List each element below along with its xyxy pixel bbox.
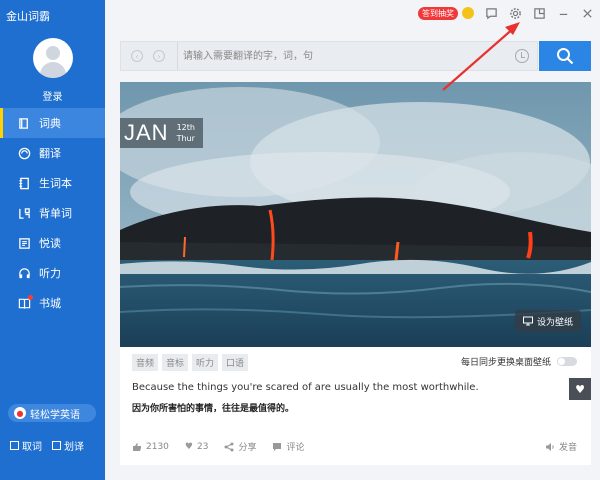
sidebar-item-dictionary[interactable]: 词典 xyxy=(0,108,105,138)
checkbox[interactable] xyxy=(52,441,61,450)
card-footer: 2130 ♥ 23 分享 评论 xyxy=(132,440,304,453)
notebook-icon xyxy=(17,176,31,190)
minimize-icon[interactable] xyxy=(556,6,570,20)
headphones-icon xyxy=(17,266,31,280)
thumb-icon xyxy=(133,442,141,451)
coin-icon[interactable] xyxy=(462,7,474,19)
sidebar-item-label: 生词本 xyxy=(39,177,72,190)
search-button[interactable] xyxy=(539,41,591,71)
forward-arrow-icon[interactable]: › xyxy=(153,50,165,62)
check-word-label: 取词 xyxy=(22,442,42,453)
share-button[interactable]: 分享 xyxy=(224,440,256,453)
sidebar-item-label: 听力 xyxy=(39,267,61,280)
set-wallpaper-label: 设为壁纸 xyxy=(536,317,573,328)
login-link[interactable]: 登录 xyxy=(0,88,105,103)
date-label: JAN 12th Thur xyxy=(120,118,203,148)
favorite-heart-button[interactable]: ♥ xyxy=(569,378,591,400)
comment-label: 评论 xyxy=(286,443,305,453)
fire-icon: ● xyxy=(14,407,26,419)
tag-phonetic[interactable]: 音标 xyxy=(162,354,189,371)
reading-icon xyxy=(17,236,31,250)
app-title: 金山词霸 xyxy=(6,10,50,23)
set-wallpaper-button[interactable]: 设为壁纸 xyxy=(514,310,581,332)
sidebar-item-label: 背单词 xyxy=(39,207,72,220)
wallpaper-sync: 每日同步更换桌面壁纸 xyxy=(461,355,577,368)
sidebar-item-bookstore[interactable]: 书城 xyxy=(0,288,105,318)
history-clock-icon[interactable] xyxy=(515,49,529,63)
search-input[interactable] xyxy=(183,47,503,65)
sync-toggle[interactable] xyxy=(557,357,577,366)
capture-options: 取词 划译 xyxy=(10,438,84,453)
share-label: 分享 xyxy=(238,443,257,453)
like-button[interactable]: ♥ 23 xyxy=(185,442,209,452)
sidebar-item-label: 词典 xyxy=(39,117,61,130)
feedback-icon[interactable] xyxy=(484,6,498,20)
heart-icon: ♥ xyxy=(184,441,193,452)
promo-button[interactable]: ● 轻松学英语 xyxy=(8,404,96,422)
memorize-icon xyxy=(17,206,31,220)
comment-icon xyxy=(273,442,282,451)
sync-label: 每日同步更换桌面壁纸 xyxy=(460,358,551,368)
likes-count: 23 xyxy=(196,441,209,452)
sidebar-item-label: 悦读 xyxy=(39,237,61,250)
sentence-english: Because the things you're scared of are … xyxy=(132,382,479,393)
daily-sentence-card: JAN 12th Thur 设为壁纸 音频 音标 听力 口语 每日同步更换桌面壁… xyxy=(120,82,591,465)
voice-label: 发音 xyxy=(558,443,577,453)
sentence-tags: 音频 音标 听力 口语 xyxy=(132,354,249,371)
search-bar: ‹ › xyxy=(120,41,538,71)
date-month: JAN xyxy=(124,120,169,145)
sentence-chinese: 因为你所害怕的事情，往往是最值得的。 xyxy=(132,404,295,414)
share-icon xyxy=(224,442,234,451)
sidebar-item-reading[interactable]: 悦读 xyxy=(0,228,105,258)
sidebar-item-translate[interactable]: 翻译 xyxy=(0,138,105,168)
promo-label: 轻松学英语 xyxy=(30,409,80,421)
date-weekday: Thur xyxy=(176,134,195,143)
pronounce-button[interactable]: 发音 xyxy=(545,440,577,453)
window-controls: 答到抽奖 xyxy=(418,6,594,20)
tag-listening[interactable]: 听力 xyxy=(192,354,219,371)
check-select-toggle[interactable]: 划译 xyxy=(52,438,84,453)
sidebar-item-label: 翻译 xyxy=(39,147,61,160)
tag-audio[interactable]: 音频 xyxy=(132,354,159,371)
daily-photo: JAN 12th Thur 设为壁纸 xyxy=(120,82,591,347)
date-day: 12th xyxy=(176,123,195,132)
tag-speaking[interactable]: 口语 xyxy=(222,354,249,371)
sidebar-item-memorize[interactable]: 背单词 xyxy=(0,198,105,228)
back-arrow-icon[interactable]: ‹ xyxy=(131,50,143,62)
search-icon xyxy=(557,48,574,65)
views-counter: 2130 xyxy=(132,442,169,452)
sidebar-nav: 词典 翻译 生词本 背单词 悦读 听力 书城 xyxy=(0,108,105,318)
speaker-icon xyxy=(545,442,554,451)
book-icon xyxy=(17,116,31,130)
checkin-badge[interactable]: 答到抽奖 xyxy=(418,6,458,20)
sidebar-item-listening[interactable]: 听力 xyxy=(0,258,105,288)
gear-icon[interactable] xyxy=(508,6,522,20)
monitor-icon xyxy=(522,316,533,326)
translate-icon xyxy=(17,146,31,160)
check-select-label: 划译 xyxy=(64,442,84,453)
sidebar: 金山词霸 登录 词典 翻译 生词本 背单词 悦读 听力 书城 ● 轻松学英语 取… xyxy=(0,0,105,480)
mini-mode-icon[interactable] xyxy=(532,6,546,20)
close-icon[interactable] xyxy=(580,6,594,20)
divider xyxy=(177,42,178,70)
sidebar-item-label: 书城 xyxy=(39,297,61,310)
checkbox[interactable] xyxy=(10,441,19,450)
notification-dot xyxy=(28,295,33,300)
sidebar-item-notebook[interactable]: 生词本 xyxy=(0,168,105,198)
comment-button[interactable]: 评论 xyxy=(272,440,304,453)
check-word-toggle[interactable]: 取词 xyxy=(10,438,42,453)
views-count: 2130 xyxy=(146,441,169,452)
avatar[interactable] xyxy=(33,38,73,78)
